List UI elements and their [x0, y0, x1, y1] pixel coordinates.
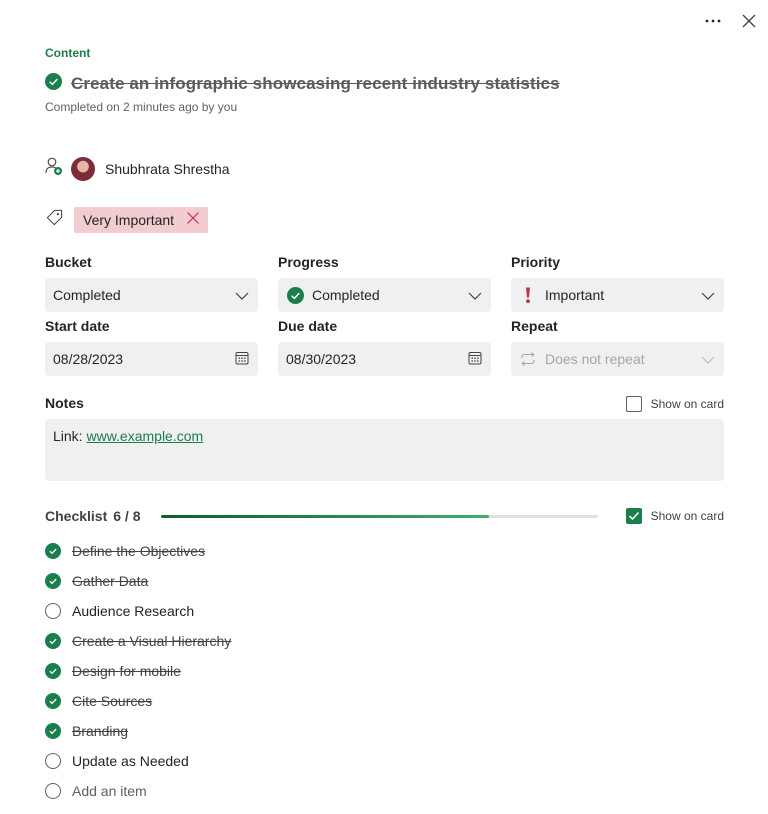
start-date-label: Start date	[45, 318, 110, 334]
bucket-select[interactable]: Completed	[45, 278, 258, 312]
repeat-label: Repeat	[511, 318, 558, 334]
assign-person-icon[interactable]	[45, 156, 63, 181]
checked-circle-icon[interactable]	[45, 633, 61, 649]
tag-icon[interactable]	[45, 208, 64, 232]
exclamation-icon	[519, 286, 537, 304]
progress-select[interactable]: Completed	[278, 278, 491, 312]
close-icon[interactable]	[738, 10, 760, 32]
repeat-select: Does not repeat	[511, 342, 724, 376]
empty-circle-icon[interactable]	[45, 783, 61, 799]
notes-label: Notes	[45, 395, 84, 411]
checklist-title: Checklist 6 / 8	[45, 508, 141, 524]
checklist-progress-fill	[161, 515, 489, 518]
calendar-icon[interactable]	[468, 351, 482, 368]
checked-circle-icon[interactable]	[45, 693, 61, 709]
bucket-label: Bucket	[45, 254, 92, 270]
checklist-item[interactable]: Define the Objectives	[45, 536, 231, 566]
repeat-field: Repeat Does not repeat	[511, 318, 724, 376]
chevron-down-icon	[701, 351, 715, 367]
top-actions	[702, 10, 760, 32]
due-date-label: Due date	[278, 318, 338, 334]
completed-info: Completed on 2 minutes ago by you	[45, 100, 238, 114]
notes-show-on-card-checkbox[interactable]	[625, 396, 642, 412]
checklist-item[interactable]: Design for mobile	[45, 656, 231, 686]
assignee-name: Shubhrata Shrestha	[105, 160, 230, 177]
notes-show-on-card: Show on card	[625, 396, 724, 412]
add-item-input[interactable]: Add an item	[72, 783, 147, 799]
due-date-field: Due date 08/30/2023	[278, 318, 491, 376]
start-date-input[interactable]: 08/28/2023	[45, 342, 258, 376]
label-chip[interactable]: Very Important	[74, 207, 209, 233]
task-title-row: Create an infographic showcasing recent …	[45, 73, 560, 95]
checklist-item[interactable]: Create a Visual Hierarchy	[45, 626, 231, 656]
empty-circle-icon[interactable]	[45, 603, 61, 619]
labels-row: Very Important	[45, 207, 209, 233]
label-text: Very Important	[83, 212, 175, 228]
checklist-item-text[interactable]: Audience Research	[72, 603, 194, 619]
checklist-show-on-card-label: Show on card	[650, 509, 724, 523]
chevron-down-icon	[468, 287, 482, 303]
checklist-item[interactable]: Branding	[45, 716, 231, 746]
add-item-row[interactable]: Add an item	[45, 776, 231, 806]
priority-label: Priority	[511, 254, 561, 270]
task-title[interactable]: Create an infographic showcasing recent …	[71, 74, 560, 94]
priority-select[interactable]: Important	[511, 278, 724, 312]
empty-circle-icon[interactable]	[45, 753, 61, 769]
avatar[interactable]	[71, 156, 95, 181]
more-horizontal-icon[interactable]	[702, 10, 724, 32]
remove-label-icon[interactable]	[186, 211, 200, 230]
due-date-input[interactable]: 08/30/2023	[278, 342, 491, 376]
notes-prefix: Link:	[53, 428, 87, 444]
checklist-progress-bar	[161, 515, 598, 518]
checklist-item-text[interactable]: Create a Visual Hierarchy	[72, 633, 231, 649]
task-complete-icon[interactable]	[45, 73, 62, 95]
checklist-show-on-card: Show on card	[625, 508, 724, 524]
checklist-header: Checklist 6 / 8 Show on card	[45, 508, 724, 524]
notes-show-on-card-label: Show on card	[650, 397, 724, 411]
checklist-item[interactable]: Gather Data	[45, 566, 231, 596]
notes-header: Notes Show on card	[45, 395, 724, 413]
priority-value: Important	[545, 287, 605, 303]
bucket-field: Bucket Completed	[45, 254, 258, 312]
completed-check-icon	[286, 286, 304, 304]
checklist-item-text[interactable]: Update as Needed	[72, 753, 189, 769]
priority-field: Priority Important	[511, 254, 724, 312]
checklist-count: 6 / 8	[113, 508, 141, 524]
checklist-item-text[interactable]: Gather Data	[72, 573, 148, 589]
checklist-item[interactable]: Cite Sources	[45, 686, 231, 716]
start-date-value: 08/28/2023	[53, 351, 124, 367]
checked-circle-icon[interactable]	[45, 543, 61, 559]
section-label[interactable]: Content	[45, 46, 90, 60]
checked-circle-icon[interactable]	[45, 723, 61, 739]
checklist-item-text[interactable]: Branding	[72, 723, 128, 739]
repeat-value: Does not repeat	[545, 351, 645, 367]
checklist-item-text[interactable]: Cite Sources	[72, 693, 152, 709]
checked-circle-icon[interactable]	[45, 573, 61, 589]
progress-label: Progress	[278, 254, 339, 270]
checklist-item-text[interactable]: Define the Objectives	[72, 543, 205, 559]
bucket-value: Completed	[53, 287, 121, 303]
checklist-show-on-card-checkbox[interactable]	[625, 508, 642, 524]
assignee-row: Shubhrata Shrestha	[45, 156, 230, 181]
calendar-icon[interactable]	[235, 351, 249, 368]
checklist-label: Checklist	[45, 508, 108, 524]
checklist-item[interactable]: Audience Research	[45, 596, 231, 626]
checklist-items: Define the Objectives Gather Data Audience…	[45, 536, 231, 806]
due-date-value: 08/30/2023	[286, 351, 357, 367]
progress-value: Completed	[312, 287, 380, 303]
chevron-down-icon	[235, 287, 249, 303]
checklist-item[interactable]: Update as Needed	[45, 746, 231, 776]
progress-field: Progress Completed	[278, 254, 491, 312]
checklist-item-text[interactable]: Design for mobile	[72, 663, 181, 679]
repeat-icon	[519, 350, 537, 368]
checked-circle-icon[interactable]	[45, 663, 61, 679]
notes-link[interactable]: www.example.com	[86, 428, 203, 444]
chevron-down-icon	[701, 287, 715, 303]
start-date-field: Start date 08/28/2023	[45, 318, 258, 376]
notes-textarea[interactable]: Link: www.example.com	[45, 419, 724, 481]
